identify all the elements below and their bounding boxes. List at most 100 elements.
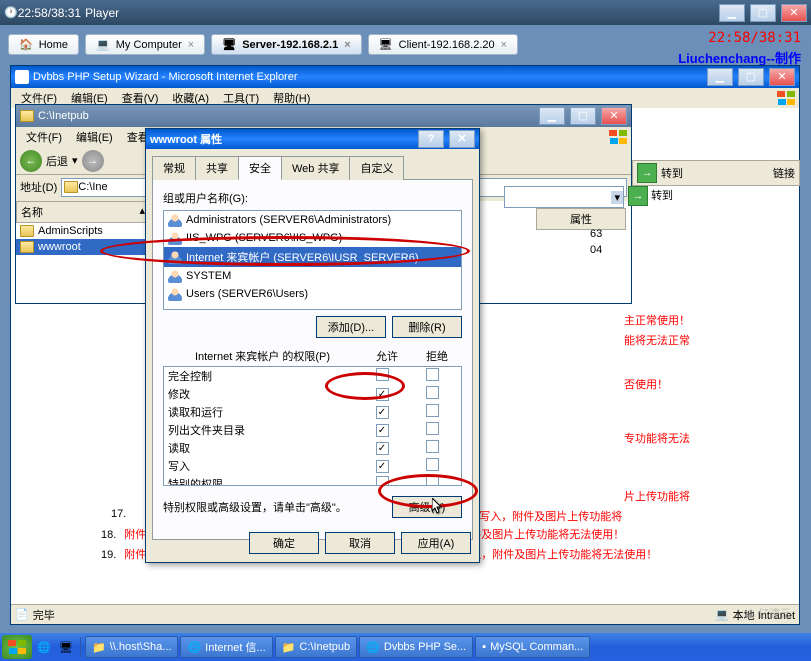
start-button[interactable] <box>2 635 32 659</box>
task-button[interactable]: ▪MySQL Comman... <box>475 636 590 658</box>
tab-client[interactable]: 🖥Client-192.168.2.20× <box>368 34 518 55</box>
tab-close-icon[interactable]: × <box>188 39 194 51</box>
tab-home[interactable]: 🏠Home <box>8 34 79 55</box>
task-button[interactable]: 📁\\.host\Sha... <box>85 636 178 658</box>
menu-file[interactable]: 文件(F) <box>20 127 68 147</box>
deny-checkbox[interactable] <box>426 476 439 486</box>
quicklaunch-ie[interactable]: 🌐 <box>34 637 54 657</box>
links-label[interactable]: 链接 <box>773 165 795 181</box>
tab-server[interactable]: 🖥Server-192.168.2.1× <box>211 34 361 55</box>
minimize-button[interactable]: ▁ <box>719 4 745 22</box>
back-label[interactable]: 后退 <box>46 153 68 169</box>
perm-name: 特别的权限 <box>168 476 357 486</box>
quicklaunch-desktop[interactable]: 🖥 <box>56 637 76 657</box>
allow-header: 允许 <box>362 348 412 364</box>
perm-list[interactable]: 完全控制修改✓读取和运行✓列出文件夹目录✓读取✓写入✓特别的权限 <box>163 366 462 486</box>
tab-close-icon[interactable]: × <box>501 39 507 51</box>
ie-minimize[interactable]: ▁ <box>707 68 733 86</box>
group-icon <box>168 213 182 227</box>
tab-label: My Computer <box>116 39 182 51</box>
perm-name: 修改 <box>168 386 357 402</box>
props-close[interactable]: ✕ <box>449 130 475 148</box>
separator <box>80 637 81 657</box>
go-button[interactable]: → <box>637 163 657 183</box>
windows-logo <box>771 89 795 107</box>
allow-checkbox[interactable]: ✓ <box>376 442 389 455</box>
group-item[interactable]: SYSTEM <box>164 267 461 285</box>
group-item[interactable]: Internet 来宾帐户 (SERVER6\IUSR_SERVER6) <box>164 247 461 267</box>
folder-icon <box>20 241 34 253</box>
tab-sharing[interactable]: 共享 <box>195 156 239 180</box>
zone-icon: 💻 <box>715 608 729 621</box>
forward-button[interactable]: → <box>82 150 104 172</box>
combo-box[interactable]: ▾ <box>504 186 624 208</box>
tab-general[interactable]: 常规 <box>152 156 196 180</box>
tab-close-icon[interactable]: × <box>344 39 350 51</box>
folder-title-text: C:\Inetpub <box>38 110 89 122</box>
allow-checkbox[interactable] <box>376 476 389 486</box>
tab-mycomputer[interactable]: 💻My Computer× <box>85 34 205 55</box>
deny-checkbox[interactable] <box>426 404 439 417</box>
back-button[interactable]: ← <box>20 150 42 172</box>
windows-logo <box>603 128 627 146</box>
tab-custom[interactable]: 自定义 <box>349 156 404 180</box>
folder-maximize[interactable]: ▢ <box>570 107 596 125</box>
windows-logo-icon <box>8 640 26 654</box>
dropdown-icon[interactable]: ▾ <box>611 191 623 204</box>
perm-name: 写入 <box>168 458 357 474</box>
tab-websharing[interactable]: Web 共享 <box>281 156 350 180</box>
task-button[interactable]: 📁C:\Inetpub <box>275 636 357 658</box>
folder-minimize[interactable]: ▁ <box>539 107 565 125</box>
deny-checkbox[interactable] <box>426 440 439 453</box>
perm-name: 列出文件夹目录 <box>168 422 357 438</box>
remove-button[interactable]: 删除(R) <box>392 316 462 338</box>
allow-checkbox[interactable]: ✓ <box>376 388 389 401</box>
task-button[interactable]: 🌐Internet 信... <box>180 636 272 658</box>
allow-checkbox[interactable]: ✓ <box>376 406 389 419</box>
tab-security[interactable]: 安全 <box>238 156 282 180</box>
folder-icon: 📁 <box>92 641 106 654</box>
add-button[interactable]: 添加(D)... <box>316 316 386 338</box>
go-label: 转到 <box>651 190 673 202</box>
ok-button[interactable]: 确定 <box>249 532 319 554</box>
deny-checkbox[interactable] <box>426 368 439 381</box>
err-text: 主正常使用！ <box>624 312 784 328</box>
group-item[interactable]: Users (SERVER6\Users) <box>164 285 461 303</box>
list-item[interactable]: wwwroot <box>16 239 150 255</box>
allow-checkbox[interactable]: ✓ <box>376 460 389 473</box>
group-item[interactable]: IIS_WPG (SERVER6\IIS_WPG) <box>164 229 461 247</box>
ie-status-text: 完毕 <box>33 607 55 623</box>
ie-maximize[interactable]: ▢ <box>738 68 764 86</box>
go-button[interactable]: → <box>628 186 648 206</box>
advanced-button[interactable]: 高级(V) <box>392 496 462 518</box>
apply-button[interactable]: 应用(A) <box>401 532 471 554</box>
vm-icon: 🖥 <box>222 38 236 51</box>
menu-edit[interactable]: 编辑(E) <box>70 127 119 147</box>
cancel-button[interactable]: 取消 <box>325 532 395 554</box>
maximize-button[interactable]: ▢ <box>750 4 776 22</box>
group-item[interactable]: Administrators (SERVER6\Administrators) <box>164 211 461 229</box>
perm-row: 列出文件夹目录 ✓ <box>164 421 461 439</box>
props-tabs: 常规 共享 安全 Web 共享 自定义 <box>152 155 473 180</box>
addr-label: 地址(D) <box>20 179 57 195</box>
column-header[interactable]: 属性 <box>536 208 626 230</box>
allow-checkbox[interactable]: ✓ <box>376 424 389 437</box>
allow-checkbox[interactable] <box>376 368 389 381</box>
overlay-clock: 22:58/38:31 <box>708 30 801 46</box>
dropdown-icon[interactable]: ▾ <box>72 154 78 167</box>
err-text: 片上传功能将 <box>624 488 784 504</box>
task-button[interactable]: 🌐Dvbbs PHP Se... <box>359 636 473 658</box>
deny-checkbox[interactable] <box>426 422 439 435</box>
error-messages: 主正常使用！ 能将无法正常 否使用！ 专功能将无法 片上传功能将 <box>624 308 784 508</box>
close-button[interactable]: ✕ <box>781 4 807 22</box>
ie-close[interactable]: ✕ <box>769 68 795 86</box>
column-header[interactable]: 名称▴ <box>16 201 150 223</box>
list-item[interactable]: AdminScripts <box>16 223 150 239</box>
folder-close[interactable]: ✕ <box>601 107 627 125</box>
deny-checkbox[interactable] <box>426 458 439 471</box>
groups-list[interactable]: Administrators (SERVER6\Administrators) … <box>163 210 462 310</box>
perm-row: 特别的权限 <box>164 475 461 486</box>
help-button[interactable]: ? <box>418 130 444 148</box>
perm-row: 读取✓ <box>164 439 461 457</box>
deny-checkbox[interactable] <box>426 386 439 399</box>
